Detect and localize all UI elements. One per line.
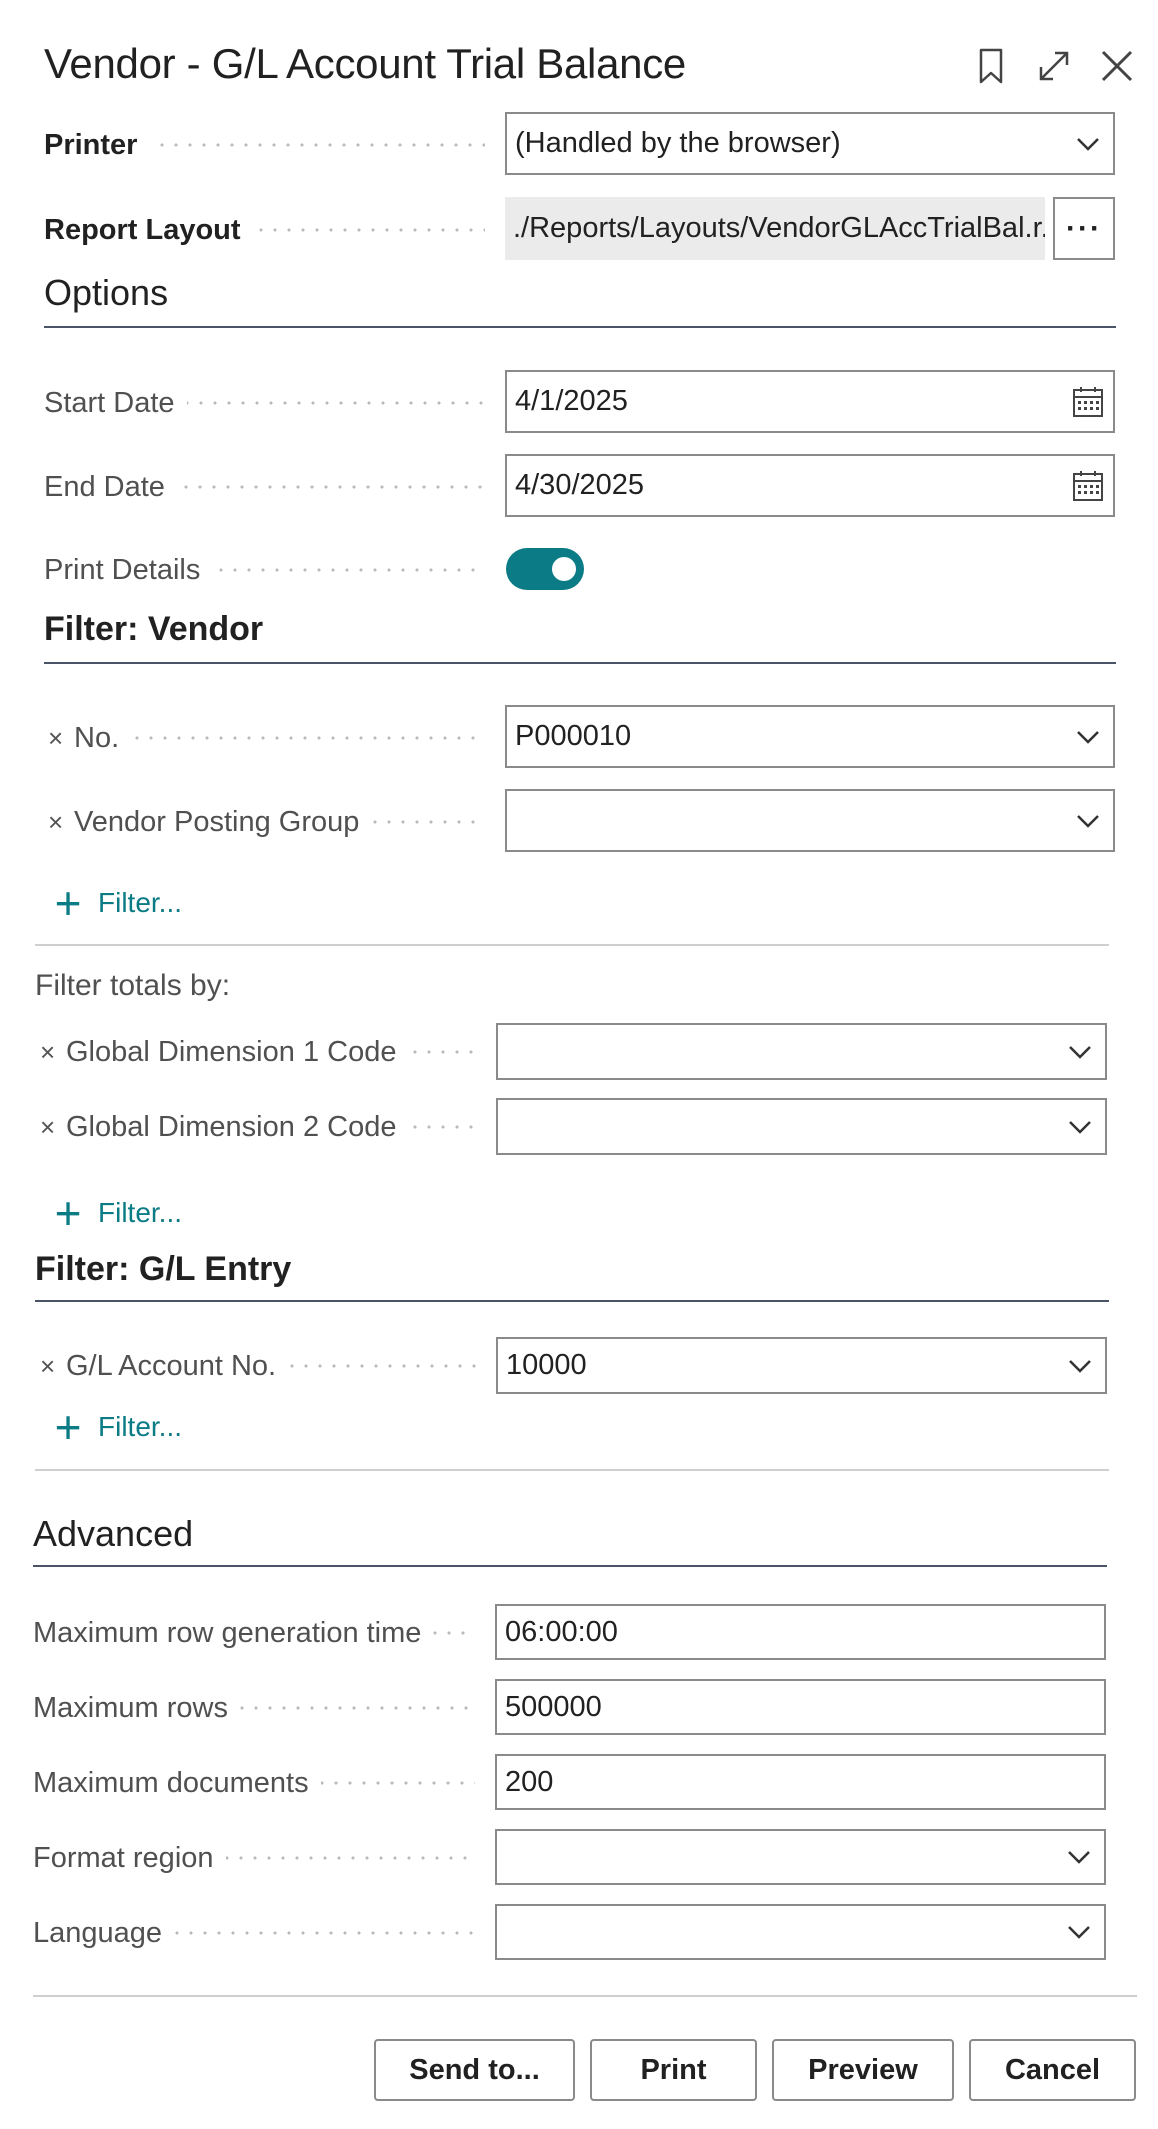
add-vendor-filter-button[interactable]: + Filter... (50, 877, 182, 929)
calendar-icon[interactable] (1063, 456, 1113, 515)
divider (35, 944, 1109, 946)
remove-filter-icon[interactable]: × (40, 1032, 64, 1072)
start-date-label: Start Date (44, 383, 187, 423)
close-icon[interactable] (1095, 44, 1139, 88)
advanced-heading: Advanced (33, 1513, 194, 1554)
dot-leader (200, 550, 485, 590)
add-totals-filter-button[interactable]: + Filter... (50, 1187, 182, 1239)
calendar-icon[interactable] (1063, 372, 1113, 431)
report-layout-label: Report Layout (44, 210, 253, 250)
expand-icon[interactable] (1032, 44, 1076, 88)
print-button[interactable]: Print (590, 2039, 757, 2101)
plus-icon: + (54, 1187, 82, 1239)
gl-account-no-select[interactable]: 10000 (496, 1337, 1107, 1394)
filter-gl-heading: Filter: G/L Entry (35, 1250, 292, 1288)
global-dim1-label: × Global Dimension 1 Code (40, 1032, 409, 1072)
dot-leader (155, 125, 485, 165)
dot-leader (235, 1688, 475, 1728)
dot-leader (315, 1763, 475, 1803)
bookmark-icon[interactable] (969, 44, 1013, 88)
plus-icon: + (54, 877, 82, 929)
remove-filter-icon[interactable]: × (40, 1346, 64, 1386)
dot-leader (180, 383, 485, 423)
vendor-no-select[interactable]: P000010 (505, 705, 1115, 768)
chevron-down-icon (1063, 114, 1113, 173)
add-gl-filter-button[interactable]: + Filter... (50, 1401, 182, 1453)
section-divider (44, 326, 1116, 328)
report-layout-field: ./Reports/Layouts/VendorGLAccTrialBal.r.… (505, 197, 1045, 260)
print-details-label: Print Details (44, 550, 213, 590)
divider (33, 1995, 1137, 1997)
global-dim2-label: × Global Dimension 2 Code (40, 1107, 409, 1147)
chevron-down-icon (1063, 707, 1113, 766)
dot-leader (428, 1613, 475, 1653)
end-date-label: End Date (44, 467, 177, 507)
chevron-down-icon (1054, 1831, 1104, 1883)
remove-filter-icon[interactable]: × (48, 802, 72, 842)
max-documents-label: Maximum documents (33, 1763, 321, 1803)
chevron-down-icon (1055, 1339, 1105, 1392)
send-to-button[interactable]: Send to... (374, 2039, 575, 2101)
start-date-input[interactable]: 4/1/2025 (505, 370, 1115, 433)
max-row-time-label: Maximum row generation time (33, 1613, 434, 1653)
report-layout-more-button[interactable]: ··· (1053, 197, 1115, 260)
cancel-button[interactable]: Cancel (969, 2039, 1136, 2101)
vendor-no-filter-label: × No. (48, 718, 132, 758)
remove-filter-icon[interactable]: × (48, 718, 72, 758)
max-row-time-input[interactable]: 06:00:00 (495, 1604, 1106, 1660)
section-divider (44, 662, 1116, 664)
filter-totals-heading: Filter totals by: (35, 969, 231, 1002)
divider (35, 1469, 1109, 1471)
max-documents-input[interactable]: 200 (495, 1754, 1106, 1810)
gl-account-no-label: × G/L Account No. (40, 1346, 289, 1386)
vendor-posting-group-select[interactable] (505, 789, 1115, 852)
end-date-input[interactable]: 4/30/2025 (505, 454, 1115, 517)
plus-icon: + (54, 1401, 82, 1453)
format-region-select[interactable] (495, 1829, 1106, 1885)
max-rows-label: Maximum rows (33, 1688, 240, 1728)
printer-label: Printer (44, 125, 150, 165)
format-region-label: Format region (33, 1838, 226, 1878)
print-details-toggle[interactable] (506, 548, 584, 590)
section-divider (35, 1300, 1109, 1302)
vendor-posting-group-label: × Vendor Posting Group (48, 802, 372, 842)
chevron-down-icon (1063, 791, 1113, 850)
section-divider (33, 1565, 1107, 1567)
dot-leader (285, 1346, 476, 1386)
chevron-down-icon (1054, 1906, 1104, 1958)
chevron-down-icon (1055, 1100, 1105, 1153)
filter-vendor-heading: Filter: Vendor (44, 610, 264, 648)
language-label: Language (33, 1913, 175, 1953)
dot-leader (240, 210, 485, 250)
dot-leader (170, 1913, 475, 1953)
options-heading: Options (44, 272, 169, 313)
chevron-down-icon (1055, 1025, 1105, 1078)
dot-leader (220, 1838, 475, 1878)
dot-leader (165, 467, 485, 507)
global-dim1-select[interactable] (496, 1023, 1107, 1080)
preview-button[interactable]: Preview (772, 2039, 954, 2101)
global-dim2-select[interactable] (496, 1098, 1107, 1155)
language-select[interactable] (495, 1904, 1106, 1960)
printer-select[interactable]: (Handled by the browser) (505, 112, 1115, 175)
remove-filter-icon[interactable]: × (40, 1107, 64, 1147)
max-rows-input[interactable]: 500000 (495, 1679, 1106, 1735)
dialog-title: Vendor - G/L Account Trial Balance (44, 40, 686, 87)
dot-leader (130, 718, 485, 758)
